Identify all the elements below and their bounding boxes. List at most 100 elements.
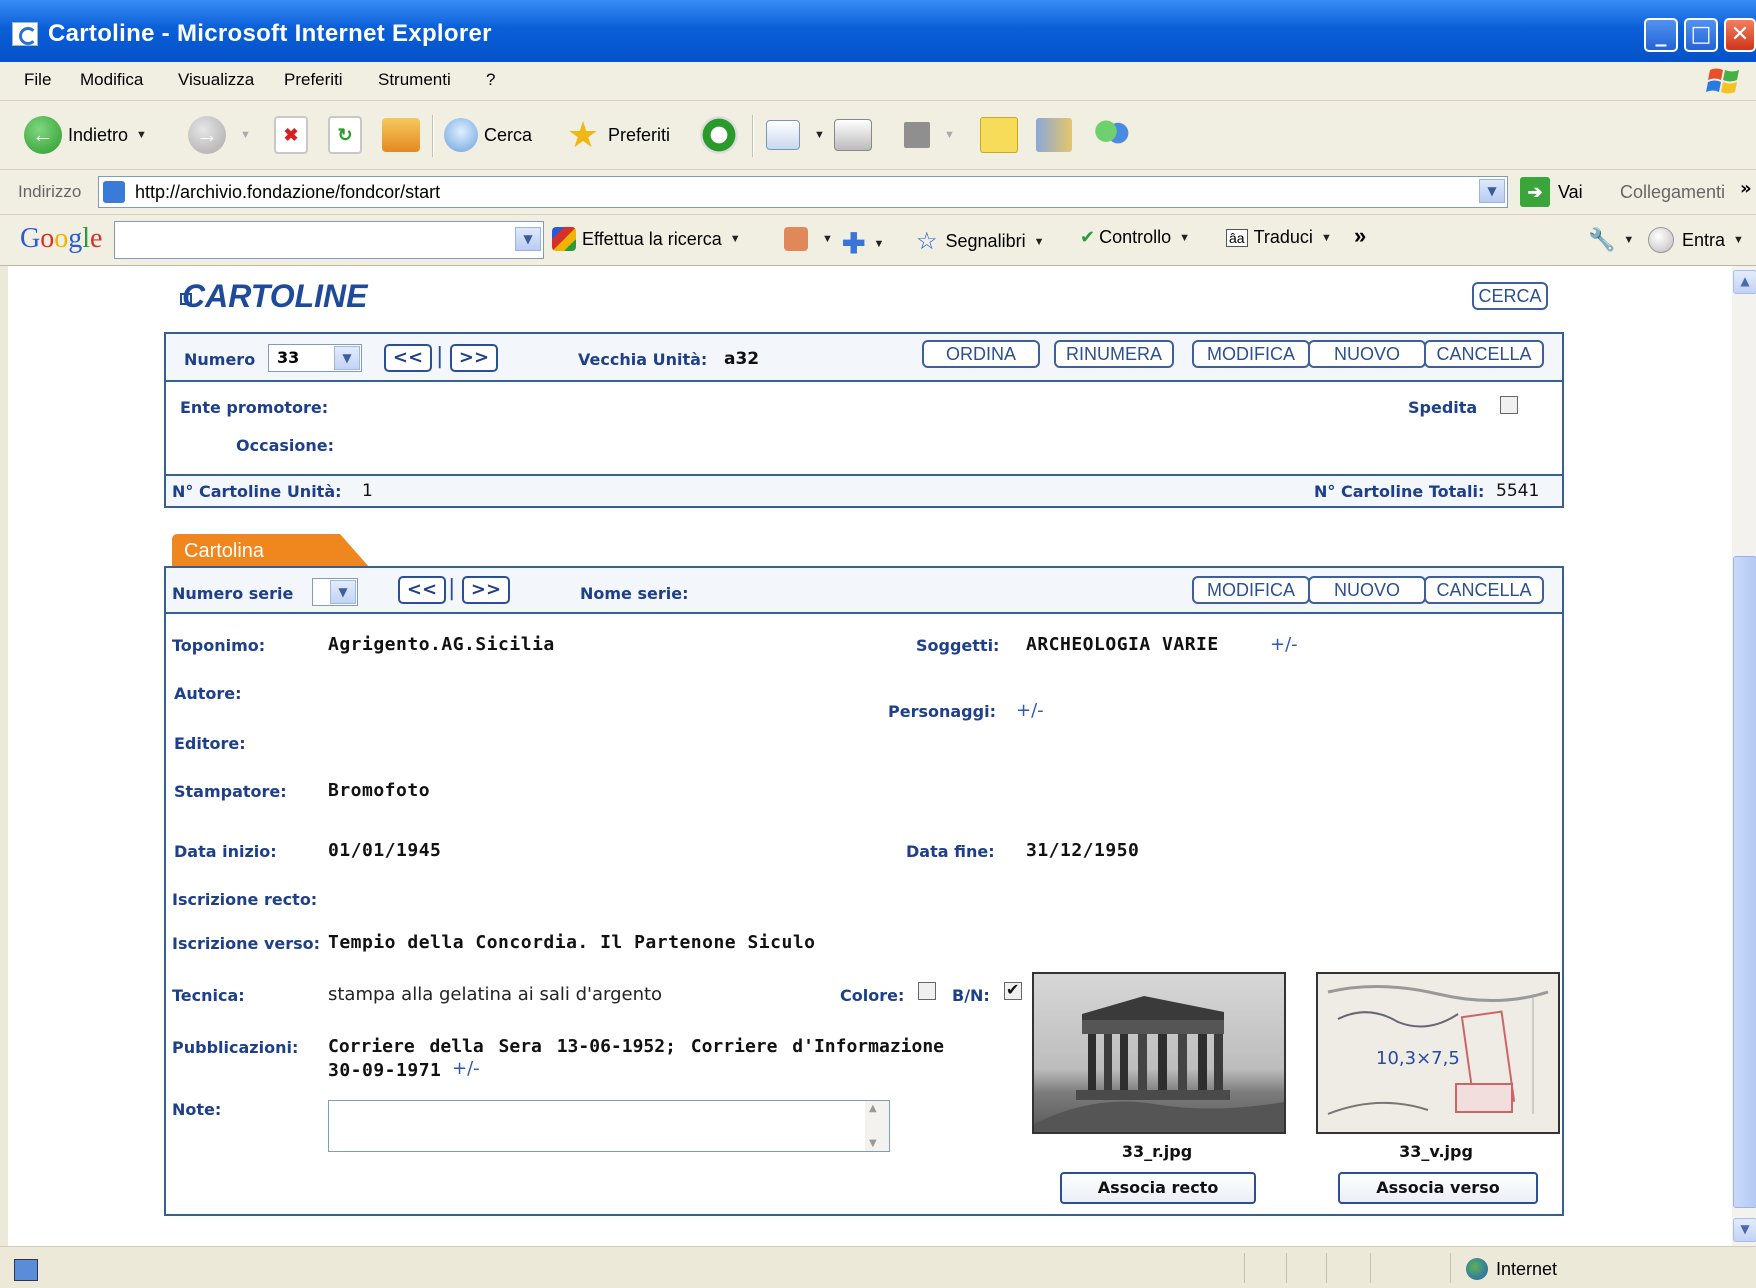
card-modifica-button[interactable]: MODIFICA xyxy=(1192,576,1310,604)
home-button[interactable] xyxy=(382,115,426,155)
address-input[interactable]: http://archivio.fondazione/fondcor/start… xyxy=(98,176,1508,208)
card-next-button[interactable]: >> xyxy=(462,576,510,604)
menu-modifica[interactable]: Modifica xyxy=(80,70,143,90)
chevron-down-icon: ▼ xyxy=(330,580,356,604)
google-logo: Google xyxy=(20,223,103,254)
menu-help[interactable]: ? xyxy=(486,70,495,90)
links-more-icon[interactable]: » xyxy=(1740,178,1752,199)
menu-preferiti[interactable]: Preferiti xyxy=(284,70,343,90)
unit-cancella-button[interactable]: CANCELLA xyxy=(1424,340,1544,368)
close-button[interactable]: ✕ xyxy=(1724,18,1756,52)
spedita-checkbox[interactable] xyxy=(1500,396,1518,414)
discuss-button[interactable] xyxy=(980,115,1024,155)
go-arrow-icon: ➔ xyxy=(1520,177,1550,207)
go-button[interactable]: ➔ Vai xyxy=(1520,176,1583,208)
security-zone-label: Internet xyxy=(1496,1259,1558,1279)
unit-nuovo-button[interactable]: NUOVO xyxy=(1308,340,1426,368)
vertical-scrollbar[interactable]: ▲ ▼ xyxy=(1732,266,1756,1246)
unit-next-button[interactable]: >> xyxy=(450,344,498,372)
mail-dropdown-icon[interactable]: ▼ xyxy=(814,129,825,141)
translate-button[interactable]: âa Traduci ▼ xyxy=(1226,227,1332,248)
associa-verso-button[interactable]: Associa verso xyxy=(1338,1172,1538,1204)
forward-button[interactable]: → ▼ xyxy=(188,115,251,155)
edit-button[interactable]: ▼ xyxy=(904,115,955,155)
mail-button[interactable]: ▼ xyxy=(766,115,825,155)
history-button[interactable] xyxy=(700,115,744,155)
stampatore-label: Stampatore: xyxy=(174,782,287,801)
google-dropdown-icon[interactable]: ▼ xyxy=(515,227,541,251)
verso-filename: 33_v.jpg xyxy=(1399,1142,1473,1161)
menu-file[interactable]: File xyxy=(24,70,51,90)
unit-prev-button[interactable]: << xyxy=(384,344,432,372)
data-inizio-value: 01/01/1945 xyxy=(328,840,442,861)
google-toolbar: Google ▼ Effettua la ricerca ▼ ▼ ✚ ▼ ☆ Seg… xyxy=(0,215,1756,266)
google-news-button[interactable]: ▼ xyxy=(784,227,833,251)
back-dropdown-icon[interactable]: ▼ xyxy=(136,129,147,141)
colore-checkbox[interactable] xyxy=(918,982,936,1000)
edit-dropdown-icon[interactable]: ▼ xyxy=(944,129,955,141)
messenger-button[interactable] xyxy=(1092,115,1138,155)
pubblicazioni-label: Pubblicazioni: xyxy=(172,1038,299,1057)
numero-select[interactable]: 33 ▼ xyxy=(268,344,362,372)
google-search-button[interactable]: Effettua la ricerca ▼ xyxy=(552,227,741,251)
ordina-button[interactable]: ORDINA xyxy=(922,340,1040,368)
note-scrollbar[interactable]: ▲ ▼ xyxy=(865,1101,889,1151)
bn-checkbox[interactable] xyxy=(1004,980,1022,1000)
cerca-button[interactable]: CERCA xyxy=(1472,282,1548,310)
links-toolbar[interactable]: Collegamenti xyxy=(1620,182,1725,203)
soggetti-edit-link[interactable]: +/- xyxy=(1270,634,1298,655)
favorites-button[interactable]: ★ Preferiti xyxy=(564,115,670,155)
maximize-button[interactable]: □ xyxy=(1684,18,1718,52)
tab-cartolina[interactable]: Cartolina xyxy=(172,534,372,568)
google-settings-button[interactable]: 🔧 ▼ xyxy=(1588,227,1634,253)
minimize-button[interactable]: _ xyxy=(1644,18,1678,52)
scroll-up-icon[interactable]: ▲ xyxy=(1733,270,1756,294)
unit-modifica-button[interactable]: MODIFICA xyxy=(1192,340,1310,368)
data-fine-label: Data fine: xyxy=(906,842,995,861)
n-cartoline-totali-label: N° Cartoline Totali: xyxy=(1314,482,1485,501)
google-g-icon xyxy=(552,227,576,251)
data-fine-value: 31/12/1950 xyxy=(1026,840,1140,861)
menu-strumenti[interactable]: Strumenti xyxy=(378,70,451,90)
back-button[interactable]: ← Indietro ▼ xyxy=(24,115,147,155)
personaggi-edit-link[interactable]: +/- xyxy=(1016,700,1044,721)
back-arrow-icon: ← xyxy=(24,116,62,154)
stop-icon: ✖ xyxy=(274,116,308,154)
menu-visualizza[interactable]: Visualizza xyxy=(178,70,254,90)
print-button[interactable] xyxy=(834,115,878,155)
rinumera-button[interactable]: RINUMERA xyxy=(1054,340,1174,368)
stop-button[interactable]: ✖ xyxy=(274,115,314,155)
refresh-button[interactable]: ↻ xyxy=(328,115,368,155)
scroll-down-icon[interactable]: ▼ xyxy=(1733,1218,1756,1242)
address-dropdown-icon[interactable]: ▼ xyxy=(1479,179,1505,203)
spellcheck-button[interactable]: ✔ Controllo ▼ xyxy=(1080,227,1190,248)
forward-dropdown-icon[interactable]: ▼ xyxy=(240,129,251,141)
search-button[interactable]: Cerca xyxy=(444,115,532,155)
note-textarea[interactable]: ▲ ▼ xyxy=(328,1100,890,1152)
news-icon xyxy=(784,227,808,251)
scroll-thumb[interactable] xyxy=(1733,556,1756,1208)
bookmarks-button[interactable]: ☆ Segnalibri ▼ xyxy=(916,227,1044,256)
tecnica-label: Tecnica: xyxy=(172,986,245,1005)
research-button[interactable] xyxy=(1036,115,1078,155)
wrench-icon: 🔧 xyxy=(1588,227,1616,252)
iscrizione-verso-label: Iscrizione verso: xyxy=(172,934,321,953)
numero-serie-select[interactable]: ▼ xyxy=(312,578,358,606)
card-cancella-button[interactable]: CANCELLA xyxy=(1424,576,1544,604)
associa-recto-button[interactable]: Associa recto xyxy=(1060,1172,1256,1204)
google-signin-button[interactable]: Entra ▼ xyxy=(1648,227,1744,253)
search-icon xyxy=(444,118,478,152)
card-prev-button[interactable]: << xyxy=(398,576,446,604)
google-search-input[interactable]: ▼ xyxy=(114,221,544,259)
pubblicazioni-edit-link[interactable]: +/- xyxy=(452,1058,480,1079)
mail-icon xyxy=(766,120,800,150)
google-more-icon[interactable]: » xyxy=(1354,223,1366,249)
card-nuovo-button[interactable]: NUOVO xyxy=(1308,576,1426,604)
google-plus-button[interactable]: ✚ ▼ xyxy=(842,227,884,260)
chevron-down-icon: ▼ xyxy=(334,346,360,370)
n-cartoline-unita-value: 1 xyxy=(362,481,373,501)
editore-label: Editore: xyxy=(174,734,246,753)
address-label: Indirizzo xyxy=(18,182,82,201)
toponimo-value: Agrigento.AG.Sicilia xyxy=(328,634,555,655)
messenger-icon xyxy=(1092,116,1132,154)
